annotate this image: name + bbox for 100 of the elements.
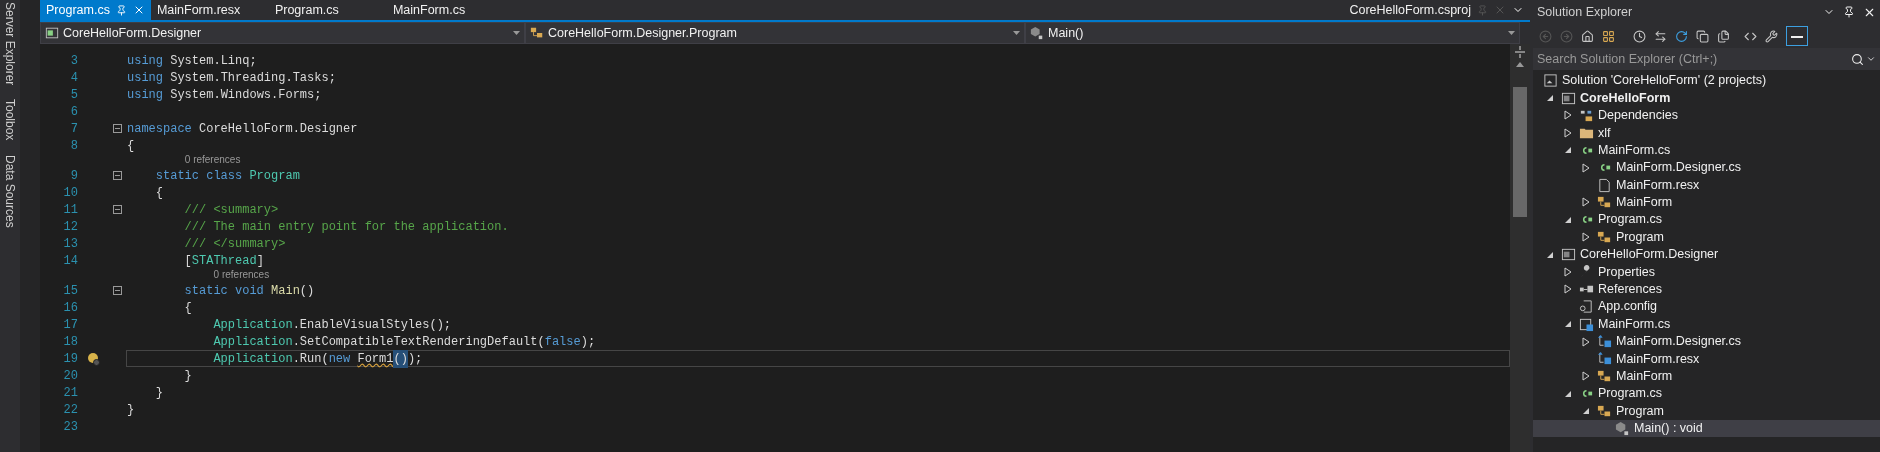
tree-item[interactable]: MainForm bbox=[1533, 367, 1880, 386]
collapsed-arrow-icon[interactable] bbox=[1564, 284, 1572, 295]
tree-item[interactable]: Dependencies bbox=[1533, 106, 1880, 125]
side-tab[interactable]: Data Sources bbox=[1, 154, 19, 228]
show-all-files-icon[interactable] bbox=[1717, 29, 1730, 43]
tree-item[interactable]: App.config bbox=[1533, 298, 1880, 316]
tree-item[interactable]: MainForm.resx bbox=[1533, 176, 1880, 194]
scroll-up-icon[interactable] bbox=[1516, 62, 1524, 67]
tree-item[interactable]: MainForm bbox=[1533, 193, 1880, 212]
collapsed-arrow-icon[interactable] bbox=[1582, 232, 1590, 243]
tree-item[interactable]: Main() : void bbox=[1533, 419, 1880, 438]
tree-label: CoreHelloForm bbox=[1580, 89, 1671, 107]
refresh-icon[interactable] bbox=[1675, 29, 1688, 43]
tree-item[interactable]: Program.cs bbox=[1533, 211, 1880, 229]
tree-label: MainForm.Designer.cs bbox=[1616, 159, 1742, 177]
panel-title: Solution Explorer bbox=[1537, 3, 1633, 21]
tree-item[interactable]: MainForm.cs bbox=[1533, 141, 1880, 159]
tree-item[interactable]: Program bbox=[1533, 228, 1880, 246]
tree-item[interactable]: Solution 'CoreHelloForm' (2 projects) bbox=[1533, 72, 1880, 90]
codelens-text[interactable]: 0 references bbox=[213, 267, 270, 282]
collapsed-arrow-icon[interactable] bbox=[1582, 371, 1590, 382]
sync-icon[interactable] bbox=[1654, 29, 1667, 43]
document-tab[interactable]: MainForm.cs bbox=[386, 0, 505, 20]
split-icon[interactable] bbox=[1514, 46, 1526, 58]
tree-item[interactable]: MainForm.resx bbox=[1533, 350, 1880, 368]
tree-item[interactable]: CoreHelloForm.Designer bbox=[1533, 245, 1880, 264]
expanded-arrow-icon[interactable] bbox=[1564, 215, 1572, 224]
collapse-icon[interactable] bbox=[112, 286, 122, 295]
preview-icon[interactable] bbox=[1786, 26, 1808, 46]
tree-item[interactable]: Properties bbox=[1533, 263, 1880, 281]
tree-item[interactable]: MainForm.cs bbox=[1533, 315, 1880, 333]
collapse-all-icon[interactable] bbox=[1696, 29, 1709, 43]
line-number: 6 bbox=[69, 103, 78, 121]
document-tab[interactable]: MainForm.resx bbox=[150, 0, 269, 20]
code-line: [STAThread] bbox=[183, 252, 265, 269]
expanded-arrow-icon[interactable] bbox=[1564, 146, 1572, 155]
collapse-icon[interactable] bbox=[112, 171, 122, 180]
tree-item[interactable]: Program.cs bbox=[1533, 385, 1880, 403]
collapsed-arrow-icon[interactable] bbox=[1564, 127, 1572, 138]
scrollbar-thumb[interactable] bbox=[1513, 87, 1527, 217]
tree-item[interactable]: References bbox=[1533, 280, 1880, 299]
class-icon bbox=[1597, 194, 1612, 210]
line-number: 9 bbox=[69, 167, 78, 185]
tree-item[interactable]: xlf bbox=[1533, 124, 1880, 142]
solution-icon bbox=[1543, 73, 1558, 89]
collapsed-arrow-icon[interactable] bbox=[1582, 197, 1590, 208]
navigation-dropdown[interactable]: CoreHelloForm.Designer.Program bbox=[525, 22, 1025, 44]
document-tab[interactable]: CoreHelloForm.csproj bbox=[1343, 0, 1530, 20]
collapsed-arrow-icon[interactable] bbox=[1564, 267, 1572, 277]
expanded-arrow-icon[interactable] bbox=[1546, 94, 1554, 103]
side-tab[interactable]: Toolbox bbox=[1, 99, 19, 141]
collapsed-arrow-icon[interactable] bbox=[1582, 162, 1590, 173]
collapse-icon[interactable] bbox=[112, 205, 122, 214]
caret-icon bbox=[1508, 31, 1515, 35]
class-icon bbox=[1597, 368, 1612, 384]
expanded-arrow-icon[interactable] bbox=[1546, 250, 1554, 259]
home-icon[interactable] bbox=[1581, 29, 1594, 43]
method-icon bbox=[1615, 421, 1630, 436]
code-line: } bbox=[154, 384, 164, 401]
line-number: 12 bbox=[62, 218, 78, 236]
search-field[interactable]: Search Solution Explorer (Ctrl+;) bbox=[1533, 48, 1847, 70]
tree-label: MainForm.cs bbox=[1598, 141, 1671, 159]
collapsed-arrow-icon[interactable] bbox=[1564, 110, 1572, 121]
side-tab[interactable]: Server Explorer bbox=[1, 2, 19, 86]
search-icon[interactable] bbox=[1851, 52, 1864, 66]
code-line: using System.Windows.Forms; bbox=[126, 86, 323, 103]
search-options-button[interactable] bbox=[1847, 48, 1880, 70]
tree-item[interactable]: Program bbox=[1533, 402, 1880, 420]
dropdown-icon[interactable] bbox=[1866, 54, 1876, 64]
tree-label: App.config bbox=[1598, 298, 1658, 316]
tree-label: Program.cs bbox=[1598, 385, 1662, 403]
csharp-project-icon bbox=[45, 26, 59, 40]
tree-label: xlf bbox=[1598, 124, 1611, 142]
code-line: { bbox=[126, 137, 136, 154]
expanded-arrow-icon[interactable] bbox=[1564, 320, 1572, 329]
line-number: 17 bbox=[62, 316, 78, 334]
expanded-arrow-icon[interactable] bbox=[1564, 389, 1572, 398]
tree-item[interactable]: MainForm.Designer.cs bbox=[1533, 332, 1880, 351]
caret-icon bbox=[1013, 31, 1020, 35]
pin-icon[interactable] bbox=[1843, 6, 1855, 18]
line-number: 7 bbox=[69, 120, 78, 138]
code-line: /// The main entry point for the application. bbox=[183, 218, 510, 235]
clock-icon[interactable] bbox=[1633, 29, 1646, 43]
tree-label: MainForm bbox=[1616, 367, 1673, 385]
tree-label: Program bbox=[1616, 228, 1664, 246]
switch-views-icon[interactable] bbox=[1602, 29, 1615, 43]
lightbulb-icon[interactable] bbox=[86, 351, 100, 366]
navigation-dropdown[interactable]: CoreHelloForm.Designer bbox=[40, 22, 525, 44]
tree-item[interactable]: MainForm.Designer.cs bbox=[1533, 158, 1880, 177]
expanded-arrow-icon[interactable] bbox=[1582, 407, 1590, 416]
tree-label: Solution 'CoreHelloForm' (2 projects) bbox=[1562, 72, 1767, 90]
tree-label: Program.cs bbox=[1598, 211, 1662, 229]
collapse-icon[interactable] bbox=[112, 124, 122, 133]
navigation-dropdown[interactable]: Main() bbox=[1025, 22, 1520, 44]
line-number: 23 bbox=[62, 418, 78, 436]
tree-item[interactable]: CoreHelloForm bbox=[1533, 89, 1880, 107]
collapsed-arrow-icon[interactable] bbox=[1582, 336, 1590, 347]
code-line: /// <summary> bbox=[183, 201, 280, 218]
document-tab[interactable]: Program.cs bbox=[268, 0, 387, 20]
codelens-text[interactable]: 0 references bbox=[184, 152, 241, 167]
